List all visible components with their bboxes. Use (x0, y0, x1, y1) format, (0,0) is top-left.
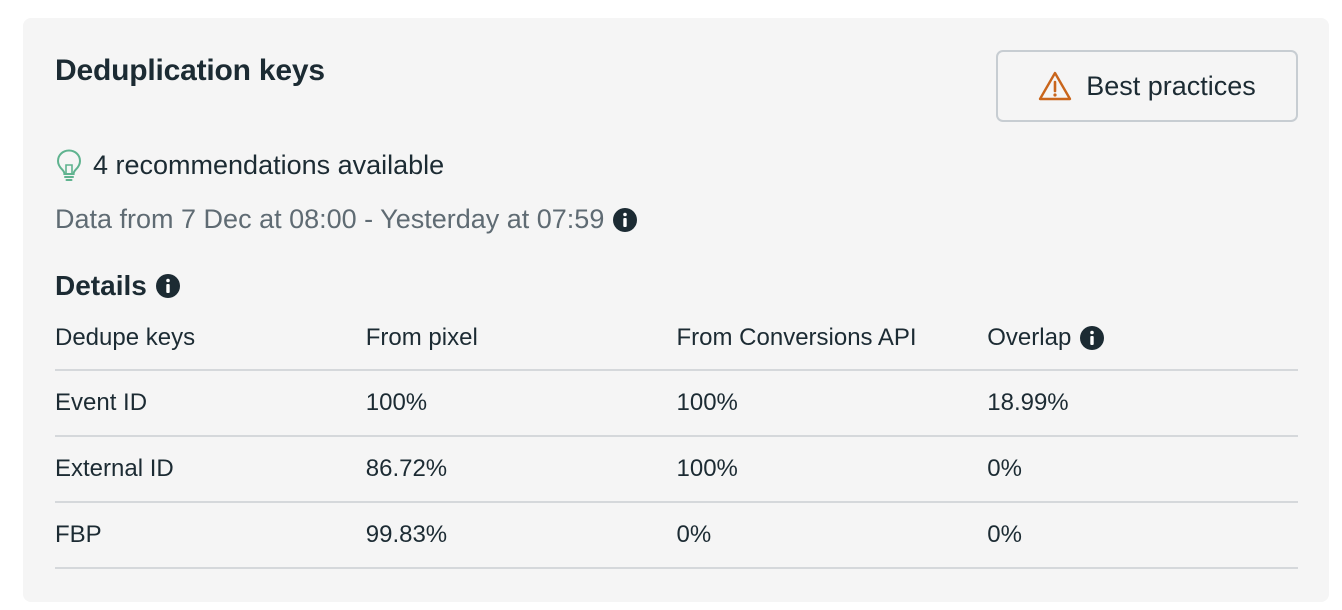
table-cell: External ID (55, 455, 174, 482)
table-cell: 0% (676, 521, 712, 548)
table-header-row: Dedupe keys From pixel From Conversions … (55, 318, 1298, 371)
details-heading: Details (55, 270, 181, 302)
table-cell: Event ID (55, 389, 148, 416)
table-cell: FBP (55, 521, 102, 548)
card-title: Deduplication keys (55, 54, 325, 87)
table-row: FBP 99.83% 0% 0% (55, 503, 1298, 569)
info-icon[interactable] (155, 273, 181, 299)
table-cell: 99.83% (365, 521, 448, 548)
table-cell: 100% (676, 455, 738, 482)
warning-triangle-icon (1038, 70, 1072, 102)
column-header-from-pixel: From pixel (365, 324, 478, 351)
column-header-dedupe-keys: Dedupe keys (55, 324, 196, 351)
column-header-overlap: Overlap (987, 324, 1298, 352)
recommendations-link[interactable]: 4 recommendations available (55, 148, 444, 182)
table-cell: 86.72% (365, 455, 448, 482)
dedup-keys-card: Deduplication keys Best practices 4 reco… (23, 18, 1329, 602)
table-row: Event ID 100% 100% 18.99% (55, 371, 1298, 437)
info-icon[interactable] (612, 207, 638, 233)
date-range: Data from 7 Dec at 08:00 - Yesterday at … (55, 204, 638, 235)
column-header-from-conversions-api: From Conversions API (676, 324, 917, 351)
lightbulb-icon (55, 148, 83, 182)
table-cell: 0% (987, 521, 1022, 548)
table-cell: 100% (365, 389, 428, 416)
recommendations-text: 4 recommendations available (93, 149, 445, 180)
table-row: External ID 86.72% 100% 0% (55, 437, 1298, 503)
table-cell: 18.99% (987, 389, 1069, 416)
dedupe-keys-table: Dedupe keys From pixel From Conversions … (55, 318, 1298, 569)
best-practices-label: Best practices (1086, 70, 1256, 101)
best-practices-button[interactable]: Best practices (996, 50, 1298, 122)
table-cell: 100% (676, 389, 738, 416)
date-range-text: Data from 7 Dec at 08:00 - Yesterday at … (55, 204, 605, 234)
table-cell: 0% (987, 455, 1022, 482)
details-heading-text: Details (55, 270, 147, 301)
column-header-overlap-label: Overlap (987, 324, 1072, 351)
info-icon[interactable] (1079, 325, 1105, 351)
